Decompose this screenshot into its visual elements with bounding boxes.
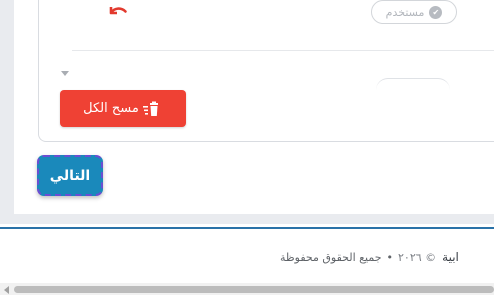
undo-icon[interactable] (106, 2, 130, 20)
trash-icon (142, 101, 158, 116)
footer-accent-line (0, 227, 494, 229)
dropdown-arrow-icon[interactable] (61, 71, 69, 76)
clear-all-button[interactable]: مسح الكل (60, 90, 186, 127)
used-status-label: مستخدم (385, 5, 425, 19)
status-badge-partial (376, 78, 450, 90)
next-button[interactable]: التالي (37, 155, 103, 196)
scrollbar-thumb[interactable] (14, 286, 494, 293)
footer-copyright: © ٢٠٢٦ (398, 250, 437, 264)
row-divider (72, 50, 494, 51)
footer-separator: • (386, 250, 394, 264)
clear-all-label: مسح الكل (83, 101, 139, 116)
used-status-badge: ✔ مستخدم (371, 0, 457, 24)
check-circle-icon: ✔ (429, 5, 443, 19)
footer-rights: جميع الحقوق محفوظة (280, 250, 382, 264)
footer-brand: ابية (442, 250, 459, 264)
scroll-left-arrow-icon[interactable] (4, 286, 9, 294)
footer: ابية © ٢٠٢٦ • جميع الحقوق محفوظة (280, 248, 494, 266)
